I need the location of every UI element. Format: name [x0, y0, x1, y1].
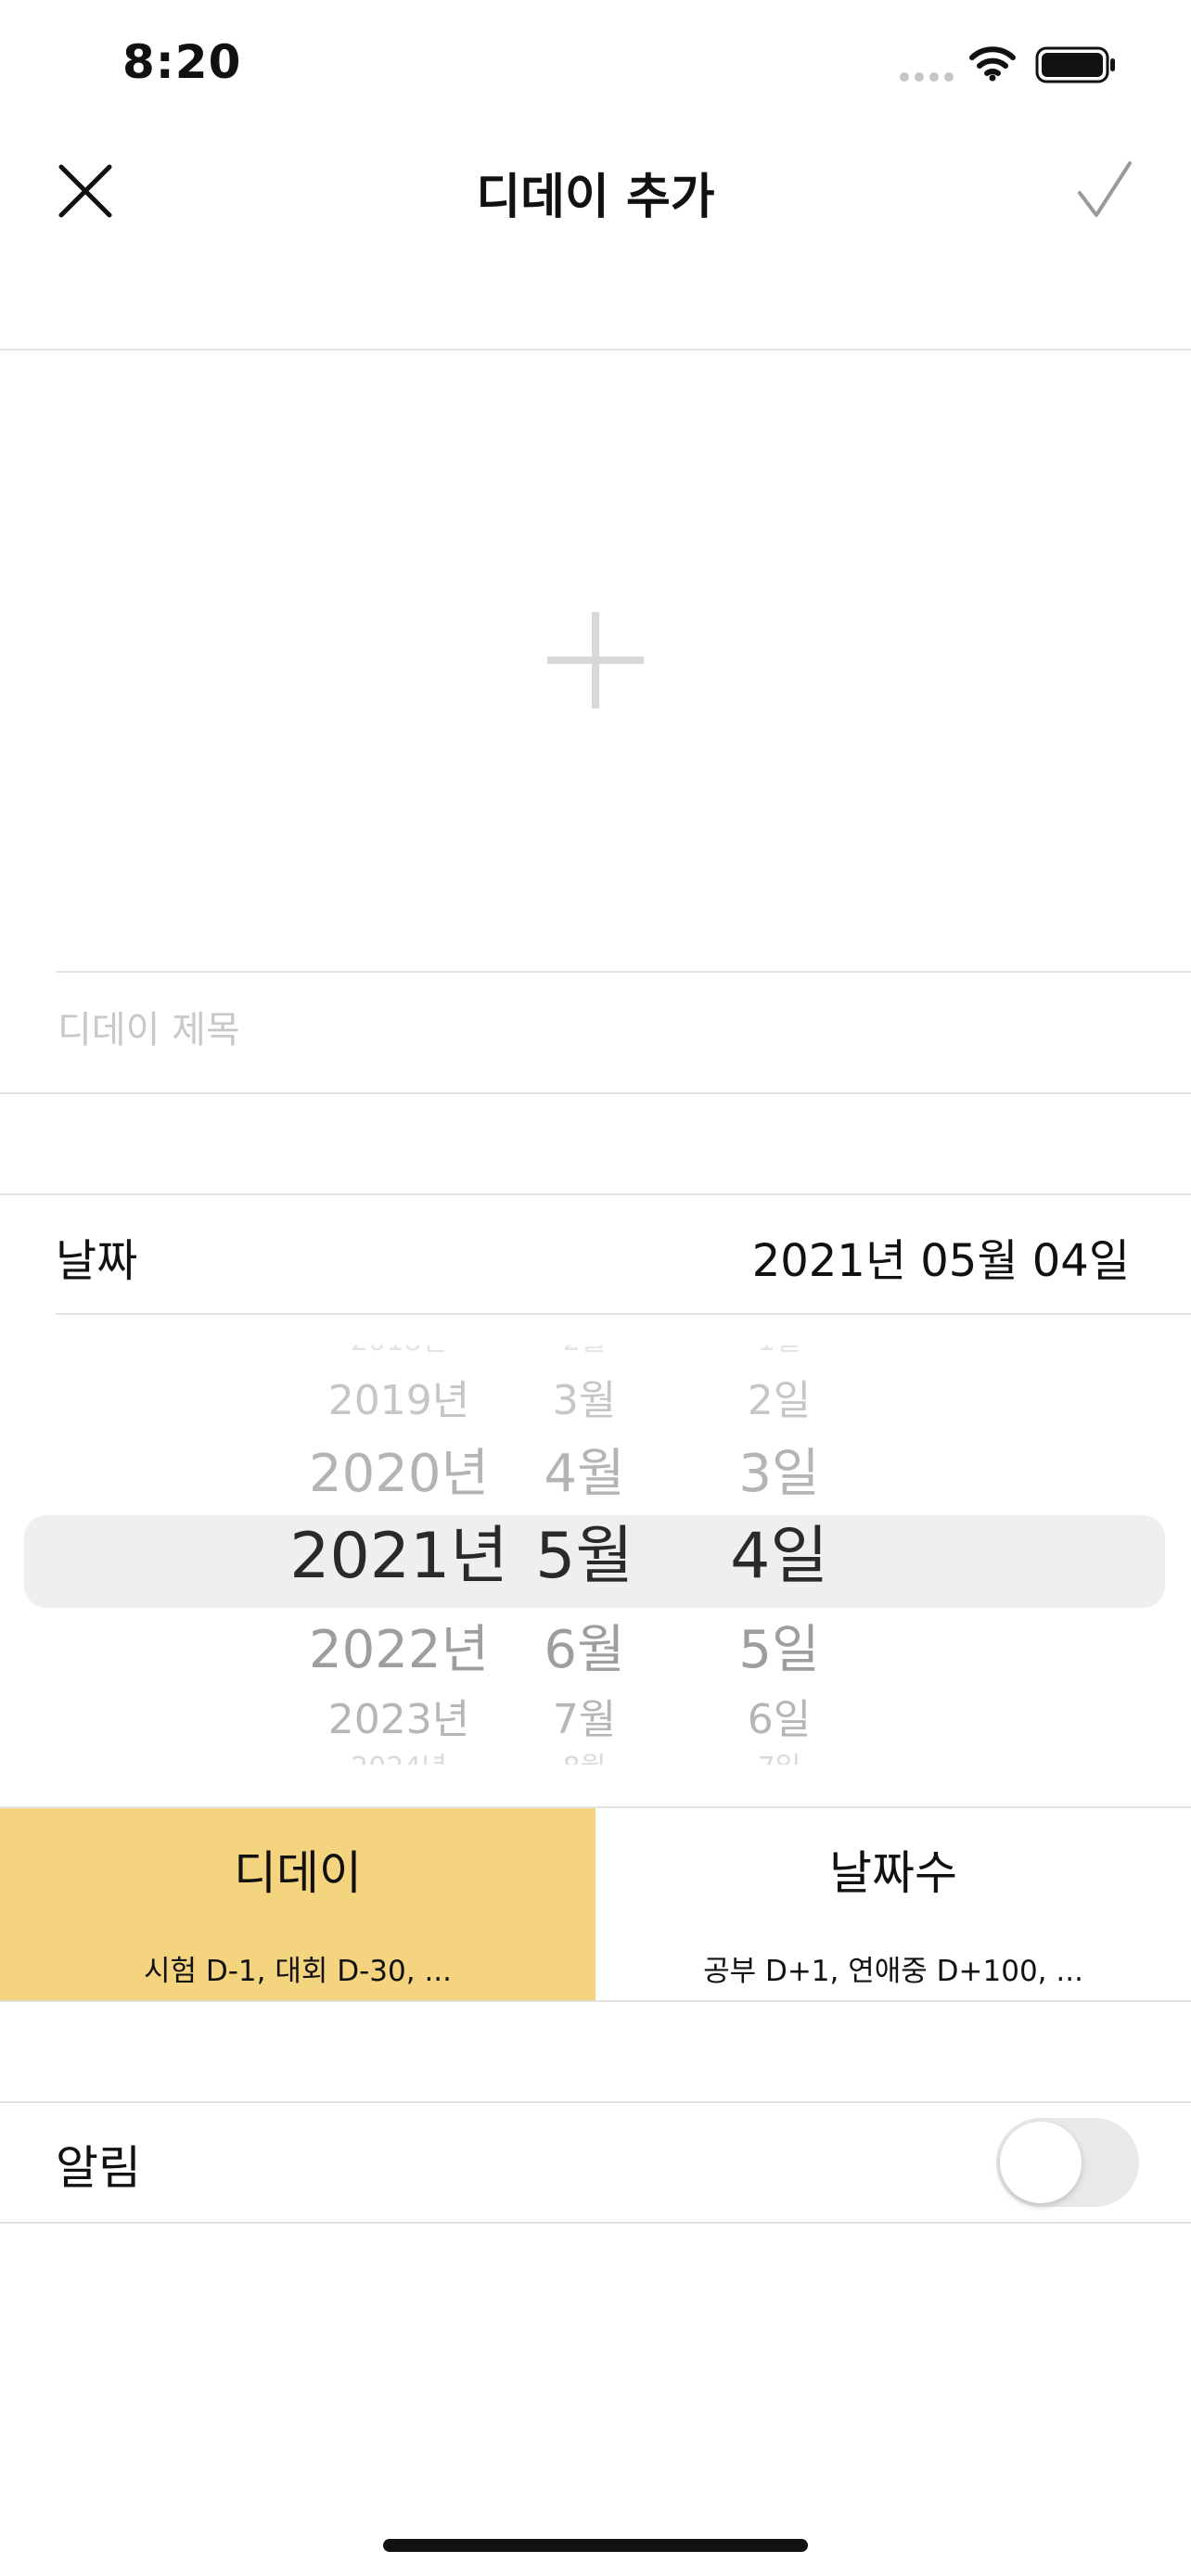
mode-count-button[interactable]: 날짜수 공부 D+1, 연애중 D+100, ... — [596, 1808, 1191, 2001]
toggle-knob — [1000, 2122, 1082, 2203]
mode-dday-title: 디데이 — [234, 1846, 362, 1900]
picker-year-option[interactable]: 2022년 — [269, 1620, 529, 1680]
mode-dday-button[interactable]: 디데이 시험 D-1, 대회 D-30, ... — [0, 1808, 596, 2001]
title-input[interactable] — [56, 992, 1126, 1068]
picker-year-selected[interactable]: 2021년 — [269, 1520, 529, 1593]
picker-month-selected[interactable]: 5월 — [529, 1520, 640, 1593]
picker-year-option[interactable]: 2024년 — [269, 1753, 529, 1765]
page-title: 디데이 추가 — [476, 170, 715, 225]
divider — [0, 2000, 1191, 2002]
divider — [0, 1092, 1191, 1094]
divider — [0, 1193, 1191, 1195]
picker-day-option[interactable]: 3일 — [724, 1444, 835, 1504]
mode-count-title: 날짜수 — [829, 1846, 957, 1900]
divider — [0, 2222, 1191, 2224]
status-time: 8:20 — [122, 35, 242, 89]
picker-day-option[interactable]: 7일 — [724, 1753, 835, 1765]
picker-year-option[interactable]: 2020년 — [269, 1444, 529, 1504]
date-picker[interactable]: 2018년 2월 1일 2019년 3월 2일 2020년 4월 3일 2021년 5월 4일 2022… — [0, 1335, 1191, 1771]
picker-year-option[interactable]: 2023년 — [269, 1696, 529, 1744]
mode-count-subtitle: 공부 D+1, 연애중 D+100, ... — [703, 1955, 1083, 1988]
alarm-toggle[interactable] — [996, 2118, 1139, 2207]
picker-day-selected[interactable]: 4일 — [724, 1520, 835, 1593]
date-label: 날짜 — [56, 1235, 138, 1287]
picker-month-option[interactable]: 2월 — [529, 1345, 640, 1358]
picker-day-option[interactable]: 1일 — [724, 1345, 835, 1358]
signal-icon — [900, 72, 955, 82]
picker-month-option[interactable]: 8월 — [529, 1753, 640, 1765]
picker-year-option[interactable]: 2019년 — [269, 1377, 529, 1425]
picker-month-option[interactable]: 7월 — [529, 1696, 640, 1744]
picker-month-option[interactable]: 4월 — [529, 1444, 640, 1504]
alarm-label: 알림 — [56, 2141, 141, 2195]
picker-month-option[interactable]: 3월 — [529, 1377, 640, 1425]
divider — [56, 971, 1191, 973]
picker-month-option[interactable]: 6월 — [529, 1620, 640, 1680]
home-indicator — [383, 2539, 808, 2552]
wifi-icon — [969, 46, 1016, 82]
picker-year-option[interactable]: 2018년 — [269, 1345, 529, 1358]
date-value[interactable]: 2021년 05월 04일 — [752, 1224, 1130, 1289]
battery-icon — [1035, 46, 1115, 83]
add-image-button[interactable] — [540, 605, 651, 716]
picker-day-option[interactable]: 2일 — [724, 1377, 835, 1425]
confirm-button[interactable] — [1067, 158, 1141, 224]
divider — [56, 1313, 1191, 1315]
picker-day-option[interactable]: 6일 — [724, 1696, 835, 1744]
mode-dday-subtitle: 시험 D-1, 대회 D-30, ... — [143, 1955, 453, 1988]
divider — [0, 2101, 1191, 2103]
picker-day-option[interactable]: 5일 — [724, 1620, 835, 1680]
divider — [0, 349, 1191, 351]
